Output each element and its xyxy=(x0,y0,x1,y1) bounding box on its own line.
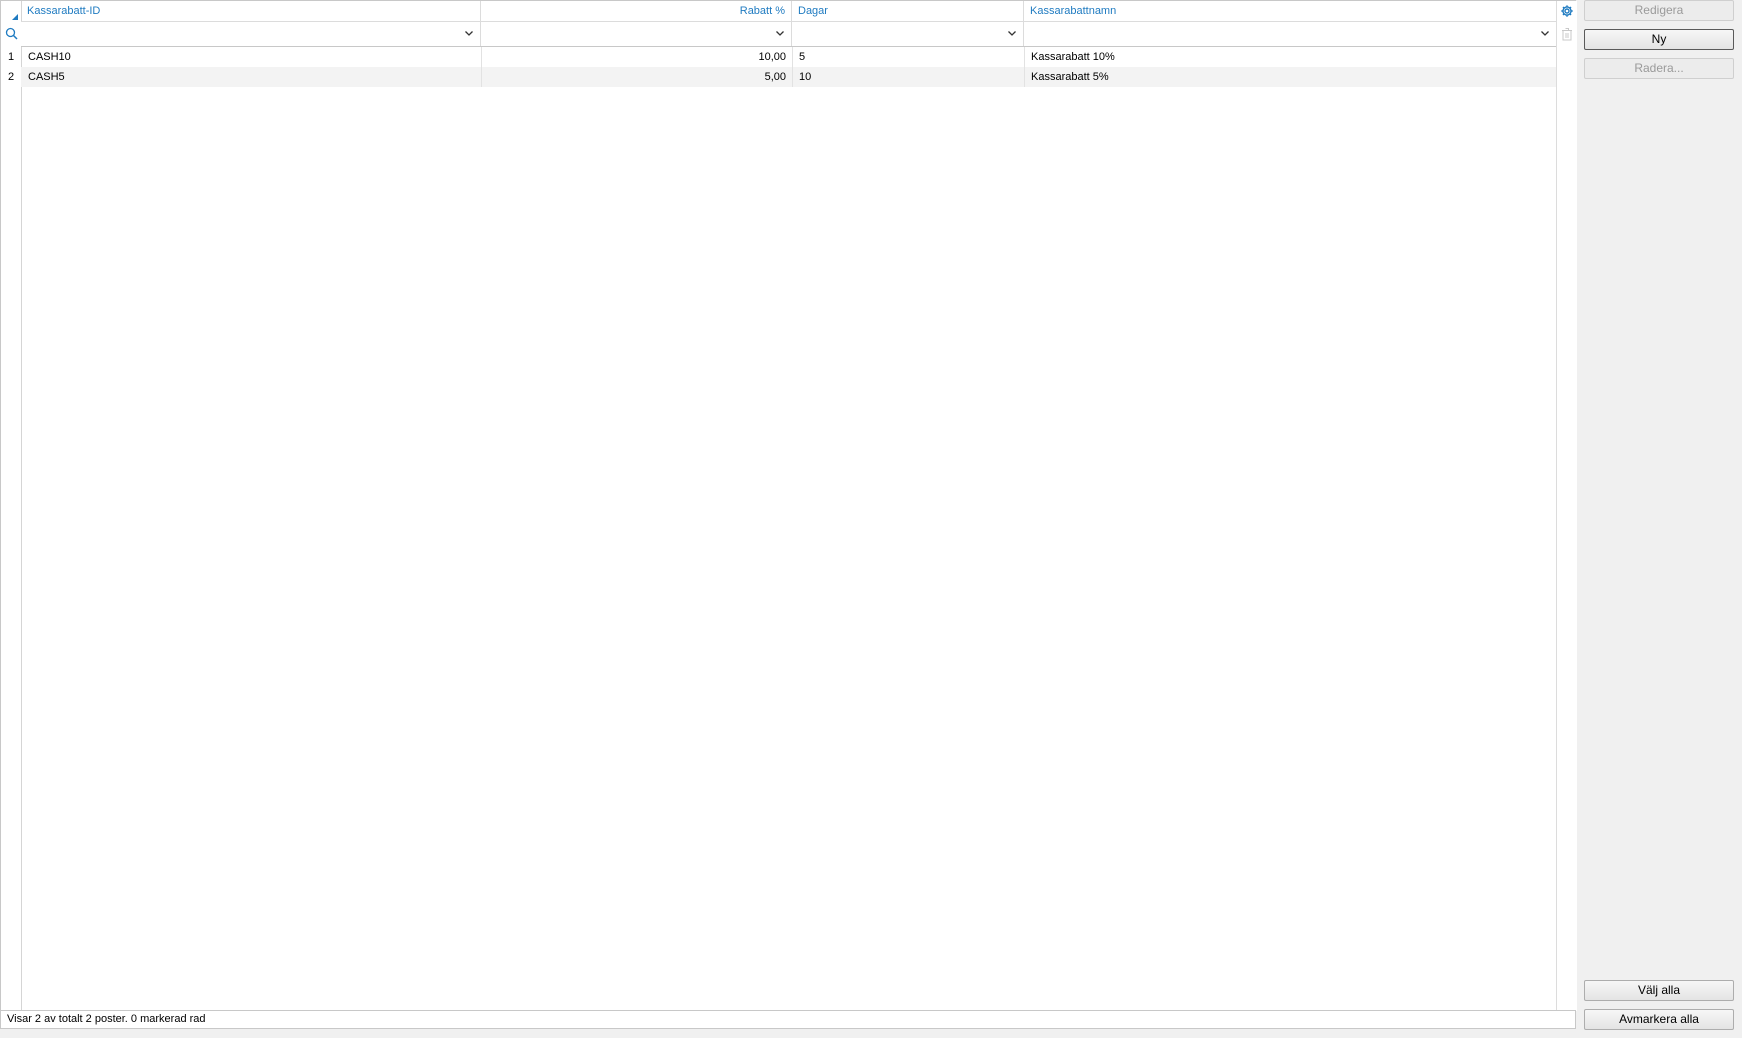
cell-kassarabattnamn[interactable]: Kassarabatt 5% xyxy=(1025,67,1556,87)
cell-rabatt[interactable]: 10,00 xyxy=(482,47,793,67)
chevron-down-icon[interactable] xyxy=(1007,28,1017,38)
filter-search-cell xyxy=(1,22,21,46)
cell-kassarabatt-id[interactable]: CASH10 xyxy=(22,47,482,67)
cell-kassarabattnamn[interactable]: Kassarabatt 10% xyxy=(1025,47,1556,67)
filter-rabatt[interactable] xyxy=(481,22,792,46)
edit-button[interactable]: Redigera xyxy=(1584,0,1734,21)
chevron-down-icon[interactable] xyxy=(775,28,785,38)
column-header-kassarabatt-id[interactable]: Kassarabatt-ID xyxy=(21,1,481,22)
status-bar: Visar 2 av totalt 2 poster. 0 markerad r… xyxy=(0,1010,1576,1029)
grid-settings-column xyxy=(1556,1,1577,1011)
data-grid: Kassarabatt-ID Rabatt % Dagar Kassarabat… xyxy=(0,0,1577,1011)
column-header-dagar[interactable]: Dagar xyxy=(792,1,1024,22)
filter-kassarabatt-id[interactable] xyxy=(21,22,481,46)
cell-dagar[interactable]: 5 xyxy=(793,47,1025,67)
deselect-all-button[interactable]: Avmarkera alla xyxy=(1584,1009,1734,1030)
row-number[interactable]: 2 xyxy=(1,67,21,87)
filter-kassarabattnamn[interactable] xyxy=(1024,22,1556,46)
select-all-button[interactable]: Välj alla xyxy=(1584,980,1734,1001)
cell-rabatt[interactable]: 5,00 xyxy=(482,67,793,87)
gear-icon[interactable] xyxy=(1560,4,1574,21)
cell-dagar[interactable]: 10 xyxy=(793,67,1025,87)
row-number[interactable]: 1 xyxy=(1,47,21,67)
search-icon xyxy=(5,27,18,43)
row-number-gutter xyxy=(1,1,22,1011)
chevron-down-icon[interactable] xyxy=(1540,28,1550,38)
new-button[interactable]: Ny xyxy=(1584,29,1734,50)
filter-row xyxy=(21,22,1556,47)
chevron-down-icon[interactable] xyxy=(464,28,474,38)
clear-filter-icon[interactable] xyxy=(1561,27,1573,44)
delete-button[interactable]: Radera... xyxy=(1584,58,1734,79)
column-header-kassarabattnamn[interactable]: Kassarabattnamn xyxy=(1024,1,1556,22)
column-header-rabatt[interactable]: Rabatt % xyxy=(481,1,792,22)
cell-kassarabatt-id[interactable]: CASH5 xyxy=(22,67,482,87)
select-all-corner[interactable] xyxy=(1,1,21,22)
filter-dagar[interactable] xyxy=(792,22,1024,46)
